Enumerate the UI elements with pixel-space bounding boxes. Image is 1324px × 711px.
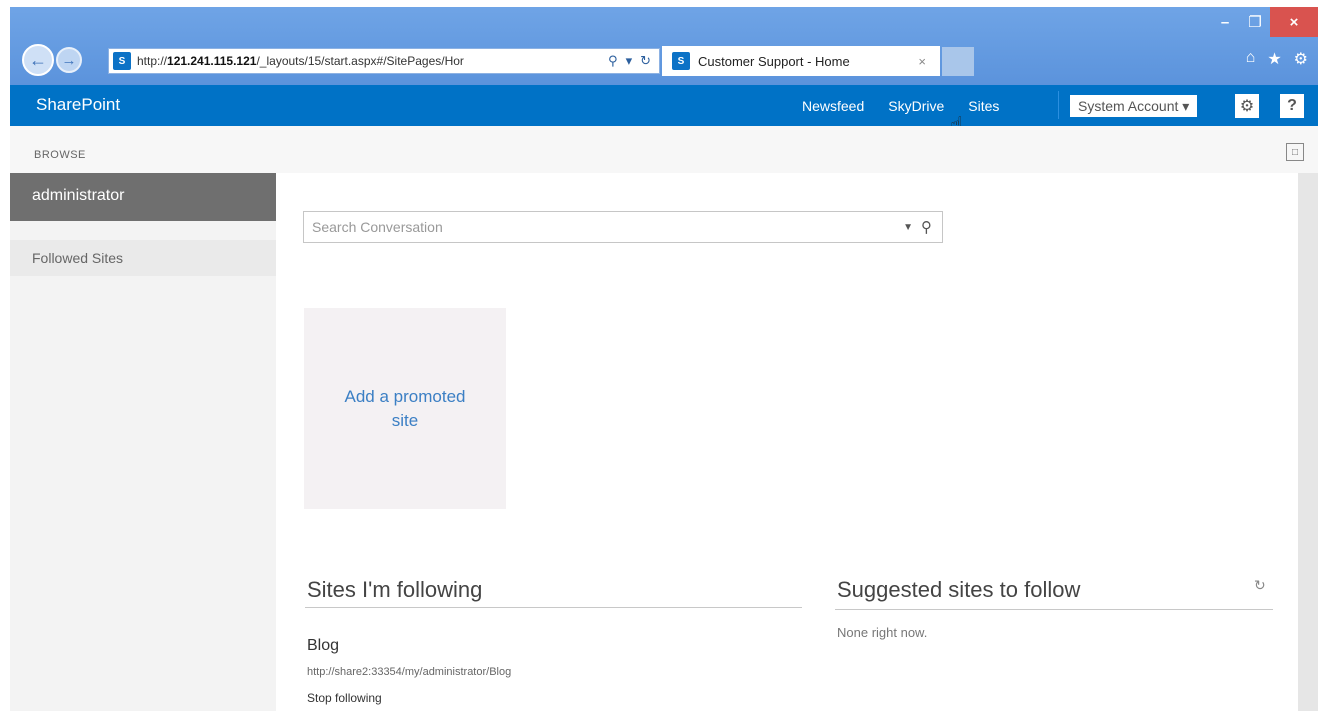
suite-bar: SharePoint Newsfeed SkyDrive Sites Syste… [10,85,1318,126]
new-tab-button[interactable] [942,47,974,76]
sharepoint-logo-icon: S [113,52,131,70]
address-dropdown-icon[interactable]: ▾ [626,53,633,69]
suggested-sites-heading: Suggested sites to follow [837,577,1081,602]
forward-icon[interactable]: → [56,47,82,73]
address-url[interactable]: http://121.241.115.121/_layouts/15/start… [137,54,600,68]
refresh-icon[interactable]: ↻ [640,53,651,69]
search-icon[interactable]: ⚲ [921,218,932,236]
star-icon[interactable]: ★ [1267,49,1281,69]
scrollbar[interactable] [1298,173,1318,711]
suggested-empty-text: None right now. [837,625,928,640]
refresh-suggestions-icon[interactable]: ↻ [1254,577,1266,594]
suite-links: Newsfeed SkyDrive Sites [802,98,999,114]
followed-site-name[interactable]: Blog [307,637,339,655]
account-menu[interactable]: System Account ▾ [1070,95,1198,117]
minimize-button[interactable]: – [1210,7,1240,37]
tab-title: Customer Support - Home [698,53,850,69]
suite-link-newsfeed[interactable]: Newsfeed [802,98,864,114]
stop-following-link[interactable]: Stop following [307,691,382,705]
nav-item-administrator[interactable]: administrator [10,173,276,221]
help-icon[interactable]: ? [1280,94,1304,118]
address-bar[interactable]: S http://121.241.115.121/_layouts/15/sta… [108,48,660,74]
gear-icon[interactable]: ⚙ [1294,49,1308,69]
settings-gear-icon[interactable]: ⚙ [1235,94,1259,118]
address-search-icon[interactable]: ⚲ [608,53,618,69]
nav-item-followed-sites[interactable]: Followed Sites [10,240,276,276]
tab-customer-support[interactable]: S Customer Support - Home × [662,46,940,76]
add-promoted-site-tile[interactable]: Add a promoted site [304,308,506,509]
left-navigation: administrator Followed Sites [10,173,276,711]
sites-following-heading: Sites I'm following [307,577,483,602]
home-icon[interactable]: ⌂ [1246,49,1256,69]
focus-on-content-icon[interactable]: □ [1286,143,1304,161]
search-scope-dropdown-icon[interactable]: ▼ [903,222,913,233]
suite-link-sites[interactable]: Sites [968,98,999,114]
add-promoted-site-label[interactable]: Add a promoted site [335,385,475,433]
tab-close-icon[interactable]: × [918,54,940,69]
brand-name[interactable]: SharePoint [36,95,120,115]
restore-button[interactable]: ❐ [1240,7,1270,37]
browser-chrome: – ❐ × ← → S http://121.241.115.121/_layo… [0,0,1324,85]
back-icon[interactable]: ← [22,44,54,76]
ribbon: BROWSE □ [10,126,1318,173]
search-conversation-box: ▼ ⚲ [303,211,943,243]
tab-browse[interactable]: BROWSE [34,149,86,161]
close-window-button[interactable]: × [1270,7,1318,37]
divider [1058,91,1059,119]
suite-link-skydrive[interactable]: SkyDrive [888,98,944,114]
divider [835,609,1273,610]
divider [305,607,802,608]
sharepoint-logo-icon: S [672,52,690,70]
window-controls: – ❐ × [1210,7,1318,37]
followed-site-url: http://share2:33354/my/administrator/Blo… [307,666,512,678]
search-input[interactable] [304,213,904,241]
